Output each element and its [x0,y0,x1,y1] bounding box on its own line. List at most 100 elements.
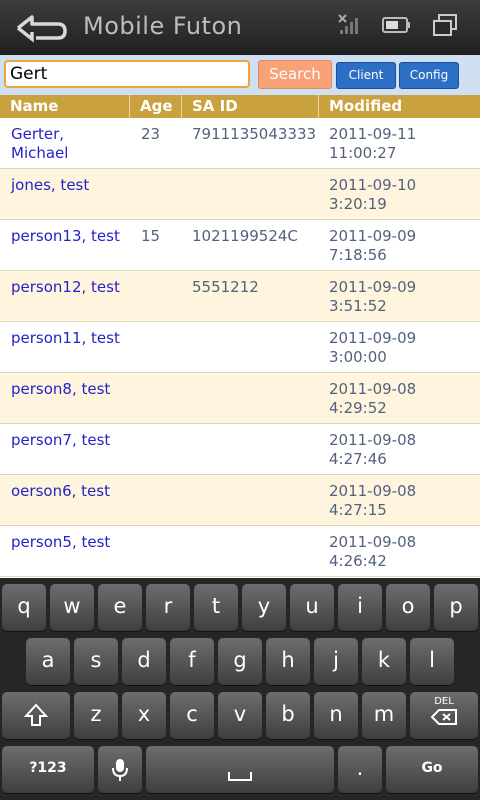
column-header-age[interactable]: Age [130,95,182,118]
key-d[interactable]: d [122,638,166,685]
table-row[interactable]: person5, test 2011-09-08 4:26:42 [0,526,480,577]
table-row[interactable]: jones, test 2011-09-10 3:20:19 [0,169,480,220]
delete-key[interactable]: DEL [410,692,478,739]
key-s[interactable]: s [74,638,118,685]
key-x[interactable]: x [122,692,166,739]
config-button[interactable]: Config [399,62,459,89]
microphone-key[interactable] [98,746,142,793]
key-y[interactable]: y [242,584,286,631]
key-h[interactable]: h [266,638,310,685]
table-row[interactable]: person13, test 15 1021199524C 2011-09-09… [0,220,480,271]
key-g[interactable]: g [218,638,262,685]
key-n[interactable]: n [314,692,358,739]
cell-sa-id: 1021199524C [192,227,298,245]
key-m[interactable]: m [362,692,406,739]
cell-modified: 2011-09-10 3:20:19 [329,176,479,214]
key-f[interactable]: f [170,638,214,685]
key-t[interactable]: t [194,584,238,631]
client-button[interactable]: Client [336,62,396,89]
symbols-key[interactable]: ?123 [2,746,94,793]
modified-date: 2011-09-11 [329,125,417,143]
backspace-icon [430,709,457,725]
title-bar: Mobile Futon [0,0,480,55]
cell-modified: 2011-09-11 11:00:27 [329,125,479,163]
cell-name[interactable]: person7, test [11,431,126,450]
shift-key[interactable] [2,692,70,739]
key-a[interactable]: a [26,638,70,685]
cell-age: 15 [141,227,161,245]
modified-time: 3:51:52 [329,297,387,315]
column-header-sa-id[interactable]: SA ID [182,95,319,118]
modified-time: 4:26:42 [329,552,387,570]
key-r[interactable]: r [146,584,190,631]
battery-icon [382,14,412,40]
key-v[interactable]: v [218,692,262,739]
cell-sa-id: 7911135043333 [192,125,317,143]
column-header-name[interactable]: Name [0,95,130,118]
key-q[interactable]: q [2,584,46,631]
delete-label: DEL [434,696,454,707]
modified-date: 2011-09-08 [329,380,417,398]
shift-icon [23,703,49,726]
microphone-icon [112,759,128,781]
table-row[interactable]: Gerter, Michael 23 7911135043333 2011-09… [0,118,480,169]
cell-name[interactable]: jones, test [11,176,126,195]
cell-name[interactable]: person5, test [11,533,126,552]
windows-icon[interactable] [432,14,458,42]
cell-name[interactable]: person13, test [11,227,126,246]
key-p[interactable]: p [434,584,478,631]
modified-date: 2011-09-09 [329,278,417,296]
cell-modified: 2011-09-08 4:27:15 [329,482,479,520]
table-row[interactable]: person7, test 2011-09-08 4:27:46 [0,424,480,475]
table-header: Name Age SA ID Modified [0,95,480,118]
soft-keyboard: q w e r t y u i o p a s d f g h j k l z … [0,578,480,800]
period-key[interactable]: . [338,746,382,793]
modified-date: 2011-09-09 [329,329,417,347]
table-row[interactable]: person8, test 2011-09-08 4:29:52 [0,373,480,424]
cell-name[interactable]: Gerter, Michael [11,125,126,163]
modified-date: 2011-09-08 [329,431,417,449]
modified-time: 4:29:52 [329,399,387,417]
modified-time: 3:20:19 [329,195,387,213]
table-row[interactable]: person12, test 5551212 2011-09-09 3:51:52 [0,271,480,322]
go-key[interactable]: Go [386,746,478,793]
key-u[interactable]: u [290,584,334,631]
column-header-modified[interactable]: Modified [319,95,480,118]
cell-name[interactable]: person8, test [11,380,126,399]
cell-modified: 2011-09-09 3:00:00 [329,329,479,367]
key-e[interactable]: e [98,584,142,631]
key-o[interactable]: o [386,584,430,631]
search-button[interactable]: Search [258,60,332,89]
space-icon [228,772,252,781]
modified-time: 11:00:27 [329,144,397,162]
modified-time: 3:00:00 [329,348,387,366]
key-b[interactable]: b [266,692,310,739]
modified-time: 4:27:15 [329,501,387,519]
cell-name[interactable]: person12, test [11,278,126,297]
space-key[interactable] [146,746,334,793]
modified-time: 7:18:56 [329,246,387,264]
back-arrow-icon[interactable] [10,12,68,44]
cell-name[interactable]: person11, test [11,329,126,348]
key-i[interactable]: i [338,584,382,631]
key-w[interactable]: w [50,584,94,631]
cell-name[interactable]: oerson6, test [11,482,126,501]
modified-time: 4:27:46 [329,450,387,468]
app-title: Mobile Futon [83,12,243,40]
modified-date: 2011-09-08 [329,533,417,551]
key-l[interactable]: l [410,638,454,685]
no-signal-icon [338,14,362,40]
table-row[interactable]: oerson6, test 2011-09-08 4:27:15 [0,475,480,526]
table-row[interactable]: person11, test 2011-09-09 3:00:00 [0,322,480,373]
key-k[interactable]: k [362,638,406,685]
key-z[interactable]: z [74,692,118,739]
search-input[interactable] [4,60,250,88]
cell-age: 23 [141,125,161,143]
cell-modified: 2011-09-09 7:18:56 [329,227,479,265]
results-table: Gerter, Michael 23 7911135043333 2011-09… [0,118,480,577]
cell-sa-id: 5551212 [192,278,259,296]
key-j[interactable]: j [314,638,358,685]
modified-date: 2011-09-08 [329,482,417,500]
key-c[interactable]: c [170,692,214,739]
cell-modified: 2011-09-09 3:51:52 [329,278,479,316]
